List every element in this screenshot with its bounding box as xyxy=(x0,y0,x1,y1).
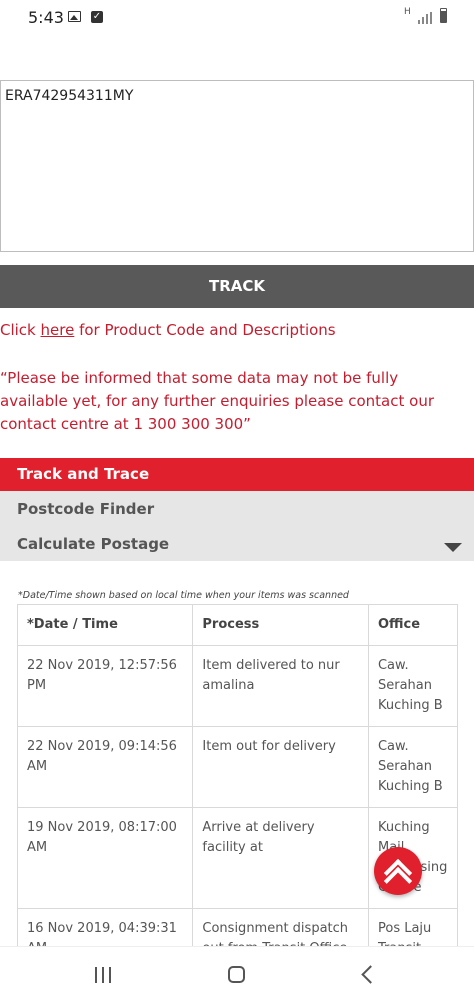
product-code-line: Click here for Product Code and Descript… xyxy=(0,321,336,339)
tab-calculate-postage[interactable]: Calculate Postage xyxy=(17,535,169,553)
data-availability-notice: “Please be informed that some data may n… xyxy=(0,369,434,433)
table-row: 22 Nov 2019, 09:14:56 AM Item out for de… xyxy=(16,726,459,808)
cell-date-time: 19 Nov 2019, 08:17:00 AM xyxy=(16,807,194,909)
header-office: Office xyxy=(367,604,459,646)
system-nav-bar xyxy=(0,946,474,1001)
secondary-nav: Postcode Finder Calculate Postage xyxy=(0,491,474,561)
tab-track-and-trace[interactable]: Track and Trace xyxy=(0,458,474,491)
product-code-suffix: for Product Code and Descriptions xyxy=(74,321,336,339)
product-code-prefix: Click xyxy=(0,321,41,339)
header-process: Process xyxy=(192,604,369,646)
table-header-row: *Date / Time Process Office xyxy=(16,604,459,646)
header-date-time: *Date / Time xyxy=(16,604,194,646)
cell-process: Arrive at delivery facility at xyxy=(192,807,369,909)
network-type: H xyxy=(404,7,411,17)
image-icon xyxy=(68,11,81,22)
track-button[interactable]: TRACK xyxy=(0,265,474,308)
scroll-to-top-icon[interactable] xyxy=(374,847,422,895)
timezone-note: *Date/Time shown based on local time whe… xyxy=(18,590,349,601)
battery-icon xyxy=(440,8,447,23)
checkbox-icon: ✓ xyxy=(91,11,103,23)
tracking-number-input[interactable]: ERA742954311MY xyxy=(0,80,474,252)
product-code-link[interactable]: here xyxy=(41,321,75,339)
cell-date-time: 22 Nov 2019, 09:14:56 AM xyxy=(16,726,194,808)
tracking-history-table: *Date / Time Process Office 22 Nov 2019,… xyxy=(16,604,459,970)
back-icon[interactable] xyxy=(361,965,380,984)
table-row: 22 Nov 2019, 12:57:56 PM Item delivered … xyxy=(16,645,459,727)
status-bar: 5:43 ✓ H xyxy=(0,0,474,36)
status-time: 5:43 xyxy=(28,8,64,27)
cell-office: Caw. Serahan Kuching B xyxy=(367,645,459,727)
chevron-down-icon[interactable] xyxy=(444,543,462,552)
signal-icon xyxy=(418,12,432,24)
cell-process: Item out for delivery xyxy=(192,726,369,808)
cell-process: Item delivered to nur amalina xyxy=(192,645,369,727)
home-icon[interactable] xyxy=(228,966,245,983)
recent-apps-icon[interactable] xyxy=(95,967,113,983)
cell-office: Caw. Serahan Kuching B xyxy=(367,726,459,808)
tracking-number-value: ERA742954311MY xyxy=(5,88,134,104)
tab-postcode-finder[interactable]: Postcode Finder xyxy=(17,500,154,518)
cell-date-time: 22 Nov 2019, 12:57:56 PM xyxy=(16,645,194,727)
